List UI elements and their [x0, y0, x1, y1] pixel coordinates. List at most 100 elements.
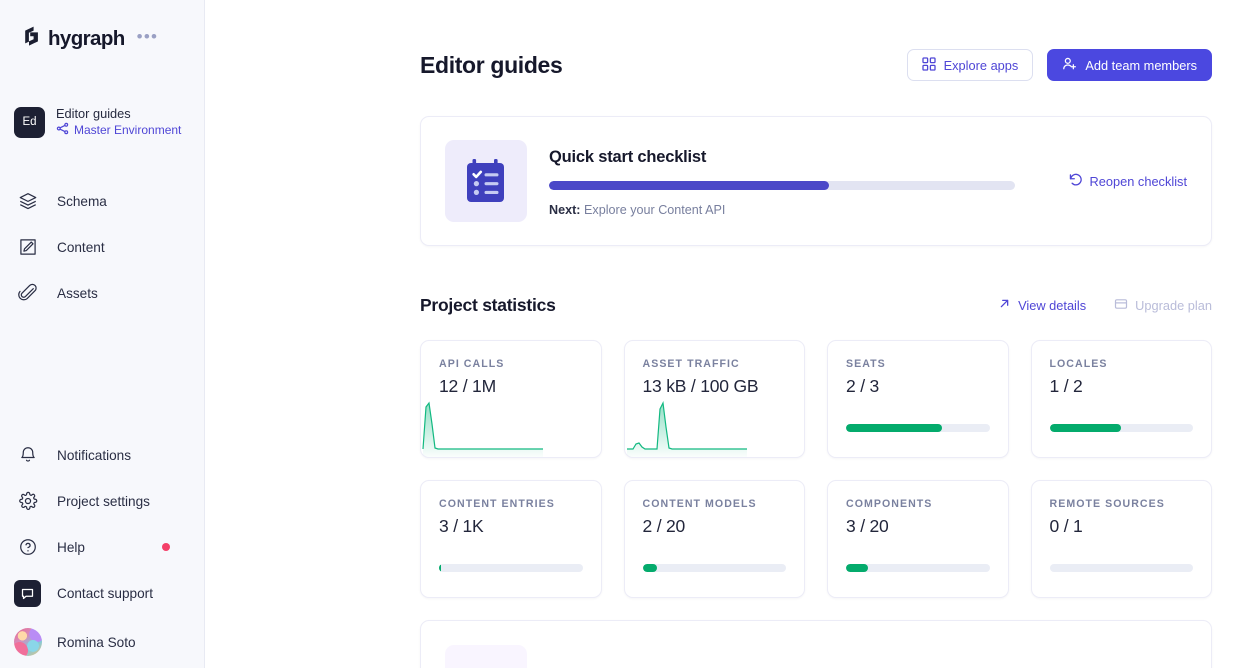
- seats-bar-fill: [846, 424, 942, 432]
- sidebar-item-label: Schema: [57, 194, 190, 209]
- content-entries-bar-track: [439, 564, 583, 572]
- sidebar-item-label: Contact support: [57, 586, 190, 601]
- components-bar-track: [846, 564, 990, 572]
- stat-value: 13 kB / 100 GB: [643, 376, 787, 397]
- sidebar-item-label: Help: [57, 540, 145, 555]
- stat-label: LOCALES: [1050, 358, 1194, 370]
- primary-nav: Schema Content Assets: [0, 178, 204, 316]
- stat-card-components: COMPONENTS 3 / 20: [827, 480, 1009, 598]
- statistics-grid-row-2: CONTENT ENTRIES 3 / 1K CONTENT MODELS 2 …: [420, 480, 1212, 598]
- sidebar-item-contact-support[interactable]: Contact support: [0, 570, 204, 616]
- sidebar-item-project-settings[interactable]: Project settings: [0, 478, 204, 524]
- sidebar-item-label: Content: [57, 240, 190, 255]
- api-calls-sparkline: [421, 399, 602, 457]
- checklist-title: Quick start checklist: [549, 148, 1026, 167]
- credit-card-icon: [1114, 297, 1128, 314]
- stat-value: 12 / 1M: [439, 376, 583, 397]
- grid-icon: [922, 57, 936, 74]
- bell-icon: [16, 443, 40, 467]
- quick-start-checklist-card: Quick start checklist Next: Explore your…: [420, 116, 1212, 246]
- page-header: Editor guides Explore apps: [420, 48, 1212, 82]
- gear-icon: [16, 489, 40, 513]
- brand-row: hygraph •••: [0, 22, 204, 56]
- seats-bar-track: [846, 424, 990, 432]
- hygraph-logo[interactable]: hygraph: [22, 26, 125, 53]
- statistics-grid-row-1: API CALLS 12 / 1M ASSET: [420, 340, 1212, 458]
- sidebar-item-notifications[interactable]: Notifications: [0, 432, 204, 478]
- page-title: Editor guides: [420, 52, 907, 79]
- project-badge: Ed: [14, 107, 45, 138]
- user-name: Romina Soto: [57, 635, 190, 650]
- undo-arrow-icon: [1068, 172, 1083, 190]
- content-entries-bar-fill: [439, 564, 441, 572]
- stat-label: COMPONENTS: [846, 498, 990, 510]
- stat-label: CONTENT ENTRIES: [439, 498, 583, 510]
- promo-icon-placeholder: [445, 645, 527, 668]
- locales-bar-track: [1050, 424, 1194, 432]
- content-models-bar-fill: [643, 564, 657, 572]
- reopen-checklist-button[interactable]: Reopen checklist: [1048, 172, 1187, 190]
- stat-label: CONTENT MODELS: [643, 498, 787, 510]
- stat-card-locales: LOCALES 1 / 2: [1031, 340, 1213, 458]
- main-content: Editor guides Explore apps: [205, 0, 1252, 668]
- stat-label: REMOTE SOURCES: [1050, 498, 1194, 510]
- project-switcher[interactable]: Ed Editor guides Master Environment: [0, 102, 204, 142]
- user-plus-icon: [1062, 56, 1077, 74]
- project-environment[interactable]: Master Environment: [56, 122, 181, 139]
- stat-value: 3 / 1K: [439, 516, 583, 537]
- help-alert-badge: [162, 543, 170, 551]
- sidebar-item-user-profile[interactable]: Romina Soto: [0, 616, 204, 668]
- content-models-bar-track: [643, 564, 787, 572]
- checklist-progress-fill: [549, 181, 829, 190]
- checklist-next-text: Explore your Content API: [584, 203, 725, 217]
- project-meta: Editor guides Master Environment: [56, 106, 181, 139]
- view-details-label: View details: [1018, 298, 1086, 313]
- stat-card-content-entries: CONTENT ENTRIES 3 / 1K: [420, 480, 602, 598]
- chat-icon: [16, 581, 40, 605]
- stat-label: ASSET TRAFFIC: [643, 358, 787, 370]
- locales-bar-fill: [1050, 424, 1122, 432]
- checklist-progress-track: [549, 181, 1015, 190]
- stat-card-seats: SEATS 2 / 3: [827, 340, 1009, 458]
- sidebar-item-label: Assets: [57, 286, 190, 301]
- question-circle-icon: [16, 535, 40, 559]
- checklist-next-step: Next: Explore your Content API: [549, 203, 1026, 217]
- upgrade-plan-button[interactable]: Upgrade plan: [1114, 297, 1212, 314]
- brand-more-icon[interactable]: •••: [137, 32, 158, 42]
- stat-card-asset-traffic: ASSET TRAFFIC 13 kB / 100 GB: [624, 340, 806, 458]
- bottom-promo-card: [420, 620, 1212, 668]
- pencil-square-icon: [16, 235, 40, 259]
- stat-value: 2 / 3: [846, 376, 990, 397]
- stat-card-api-calls: API CALLS 12 / 1M: [420, 340, 602, 458]
- explore-apps-button[interactable]: Explore apps: [907, 49, 1034, 81]
- stat-value: 3 / 20: [846, 516, 990, 537]
- stat-value: 1 / 2: [1050, 376, 1194, 397]
- checklist-body: Quick start checklist Next: Explore your…: [549, 146, 1026, 217]
- project-statistics-section: Project statistics View details: [420, 292, 1212, 668]
- clipboard-checklist-icon: [445, 140, 527, 222]
- layers-icon: [16, 189, 40, 213]
- reopen-checklist-label: Reopen checklist: [1090, 174, 1187, 189]
- sidebar-item-label: Project settings: [57, 494, 190, 509]
- stat-value: 0 / 1: [1050, 516, 1194, 537]
- asset-traffic-sparkline: [625, 399, 806, 457]
- brand-name: hygraph: [48, 27, 125, 51]
- project-environment-label: Master Environment: [74, 123, 181, 138]
- sidebar-item-content[interactable]: Content: [0, 224, 204, 270]
- stat-card-content-models: CONTENT MODELS 2 / 20: [624, 480, 806, 598]
- sidebar-item-schema[interactable]: Schema: [0, 178, 204, 224]
- stat-card-remote-sources: REMOTE SOURCES 0 / 1: [1031, 480, 1213, 598]
- secondary-nav: Notifications Project settings Help: [0, 432, 204, 668]
- stat-label: SEATS: [846, 358, 990, 370]
- stat-value: 2 / 20: [643, 516, 787, 537]
- hygraph-logo-icon: [22, 26, 41, 53]
- view-details-button[interactable]: View details: [998, 297, 1086, 313]
- arrow-up-right-icon: [998, 297, 1011, 313]
- add-team-members-button[interactable]: Add team members: [1047, 49, 1212, 81]
- sidebar-item-assets[interactable]: Assets: [0, 270, 204, 316]
- sidebar-item-help[interactable]: Help: [0, 524, 204, 570]
- checklist-next-prefix: Next:: [549, 203, 581, 217]
- branch-icon: [56, 122, 69, 139]
- project-name: Editor guides: [56, 106, 181, 121]
- statistics-header: Project statistics View details: [420, 292, 1212, 318]
